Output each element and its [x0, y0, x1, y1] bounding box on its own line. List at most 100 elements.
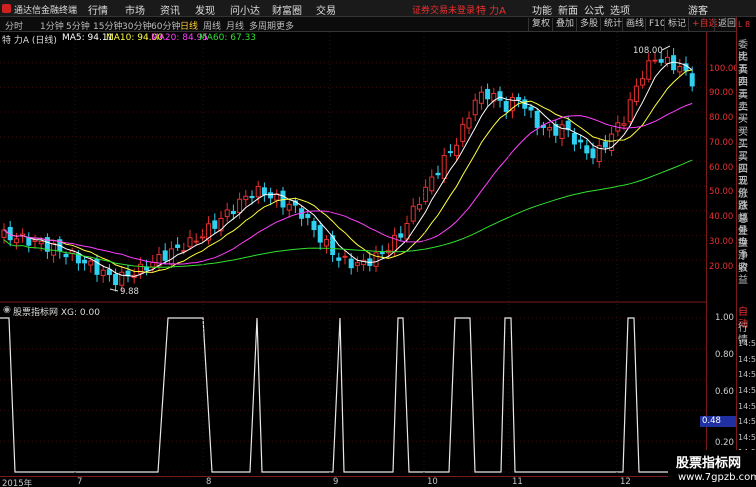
tab-multi-period[interactable]: 多周期	[249, 19, 276, 32]
candle-body	[379, 252, 385, 255]
price-tick: 80.00	[709, 113, 734, 123]
menu-guest[interactable]: 游客	[688, 2, 708, 17]
candle-body	[113, 273, 119, 286]
login-notice[interactable]: 证券交易未登录	[412, 3, 475, 16]
indicator-icon: ◉	[3, 305, 11, 315]
tab-timeshare[interactable]: 分时	[5, 19, 23, 32]
panel-indicator-label: 14:50	[738, 417, 756, 427]
overlay-button[interactable]: 叠加	[552, 18, 577, 31]
indicator-tick: 0.20	[715, 438, 734, 448]
tab-weekly[interactable]: 周线	[203, 19, 221, 32]
candle-body	[497, 91, 503, 101]
ma20-line	[3, 102, 693, 265]
xg-signal	[0, 317, 706, 473]
tab-15min[interactable]: 15分钟	[93, 19, 122, 32]
candle-body	[429, 176, 435, 192]
menu-formula[interactable]: 公式	[584, 2, 604, 17]
candle-body	[416, 204, 422, 210]
panel-indicator-label: 14:50	[738, 370, 756, 380]
candle-body	[398, 233, 404, 238]
candle-body	[212, 220, 218, 229]
candle-body	[354, 262, 360, 266]
indicator-tick: 0.60	[715, 387, 734, 397]
adjust-button[interactable]: 复权	[528, 18, 553, 31]
tab-monthly[interactable]: 月线	[226, 19, 244, 32]
panel-indicator-label: 14:50	[738, 354, 756, 364]
candle-body	[51, 243, 57, 256]
candle-body	[435, 172, 441, 176]
kline-chart[interactable]: 108.00 9.88	[0, 32, 706, 487]
candle-body	[640, 78, 646, 86]
menu-new-face[interactable]: 新面	[558, 2, 578, 17]
tab-more[interactable]: 更多	[276, 19, 294, 32]
tab-60min[interactable]: 60分钟	[151, 19, 180, 32]
candle-body	[584, 145, 590, 154]
menu-options[interactable]: 选项	[610, 2, 630, 17]
candle-body	[88, 260, 94, 266]
tab-5min[interactable]: 5分钟	[66, 19, 90, 32]
candle-body	[447, 151, 453, 154]
candle-body	[100, 269, 106, 276]
candle-body	[249, 195, 255, 199]
candle-body	[268, 192, 274, 199]
candle-body	[441, 155, 447, 180]
menu-market-quotes[interactable]: 行情	[88, 2, 108, 17]
tab-30min[interactable]: 30分钟	[122, 19, 151, 32]
stock-name: 特 力A	[476, 6, 507, 17]
candle-body	[652, 59, 658, 62]
panel-indicator-label: 14:50	[738, 401, 756, 411]
candle-body	[38, 241, 44, 245]
candlesticks	[1, 47, 695, 292]
candle-body	[534, 110, 540, 128]
candle-body	[193, 240, 199, 243]
menu-discover[interactable]: 发现	[195, 2, 215, 17]
candle-body	[410, 205, 416, 222]
candle-body	[255, 186, 261, 198]
tab-1min[interactable]: 1分钟	[40, 19, 64, 32]
menu-wealth[interactable]: 财富圈	[272, 2, 302, 17]
candle-body	[348, 258, 354, 269]
menu-function[interactable]: 功能	[532, 2, 552, 17]
app-logo-icon	[2, 4, 11, 13]
candle-body	[224, 209, 230, 217]
date-ticks	[74, 32, 618, 476]
date-label: 10	[427, 477, 438, 487]
candle-body	[175, 244, 181, 248]
candle-body	[150, 261, 156, 268]
candle-body	[503, 101, 509, 112]
candle-body	[547, 126, 553, 131]
indicator-tick: 1.00	[715, 313, 734, 323]
candle-body	[392, 234, 398, 253]
candle-body	[454, 144, 460, 157]
candle-body	[516, 97, 522, 100]
menu-news[interactable]: 资讯	[160, 2, 180, 17]
tab-daily[interactable]: 日线	[180, 19, 198, 32]
panel-indicator-label: 14:50	[738, 432, 756, 442]
indicator-current-value: 0.48	[700, 416, 736, 427]
candle-body	[590, 148, 596, 159]
watermark-title: 股票指标网	[676, 456, 742, 471]
multi-stock-button[interactable]: 多股	[576, 18, 601, 31]
draw-line-button[interactable]: 画线	[622, 18, 647, 31]
watermark-logo: 股票指标网 www.7gpzb.com	[668, 450, 756, 487]
candle-body	[336, 257, 342, 261]
price-tick: 60.00	[709, 163, 734, 173]
candle-body	[602, 141, 608, 148]
candle-body	[460, 123, 466, 142]
menu-market[interactable]: 市场	[125, 2, 145, 17]
menu-trade[interactable]: 交易	[316, 2, 336, 17]
date-label: 2015年	[2, 479, 33, 487]
candle-body	[63, 253, 69, 258]
panel-indicator-label: 14:50	[738, 339, 756, 349]
candle-body	[664, 56, 670, 64]
date-axis: 2015年 7 8 9 10 11 12	[0, 476, 706, 487]
candle-body	[317, 225, 323, 243]
panel-top-label: L 8	[738, 20, 751, 29]
date-label: 8	[206, 477, 212, 487]
menu-ask[interactable]: 问小达	[230, 2, 260, 17]
indicator-tick: 0.80	[715, 350, 734, 360]
mark-button[interactable]: 标记	[664, 18, 689, 31]
candle-body	[373, 252, 379, 267]
candle-body	[559, 124, 565, 140]
candle-body	[156, 254, 162, 267]
